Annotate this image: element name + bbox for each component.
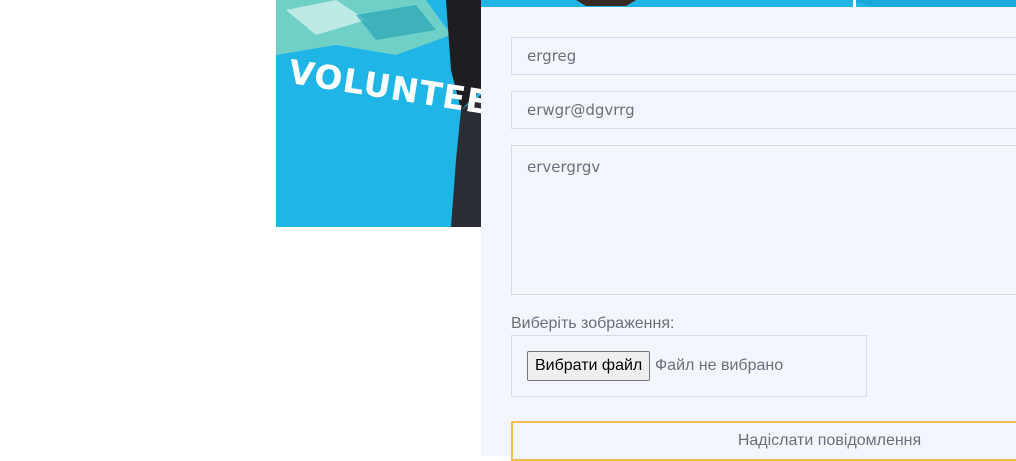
file-input-container: Вибрати файл Файл не вибрано (511, 335, 867, 397)
choose-file-button[interactable]: Вибрати файл (527, 351, 651, 381)
message-textarea[interactable]: ervergrgv (511, 145, 1016, 295)
send-message-button[interactable]: Надіслати повідомлення (511, 421, 1016, 461)
name-input[interactable] (511, 37, 1016, 75)
file-status-text: Файл не вибрано (655, 357, 784, 374)
email-input[interactable] (511, 91, 1016, 129)
image-upload-label: Виберіть зображення: (511, 315, 675, 332)
